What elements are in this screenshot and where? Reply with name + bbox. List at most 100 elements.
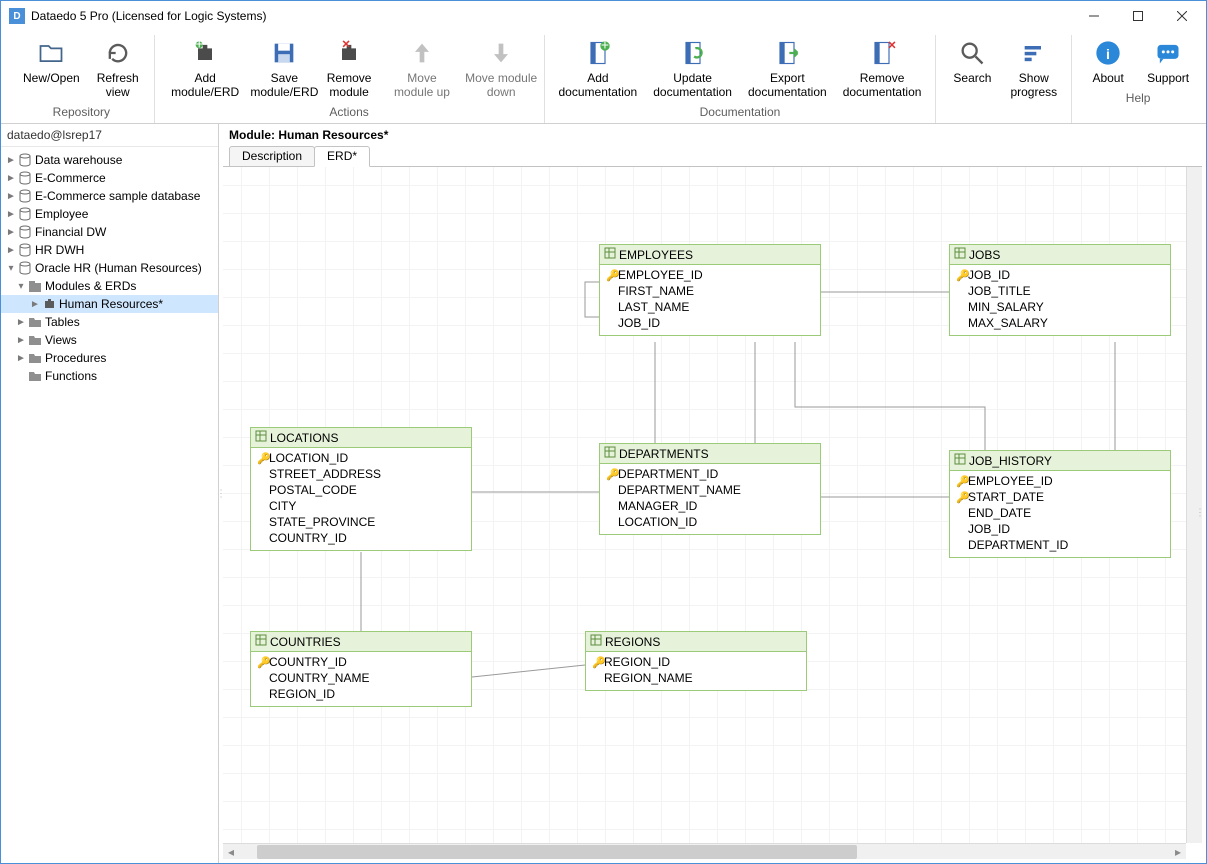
entity-column[interactable]: 🔑REGION_ID [590,654,802,670]
tree-item[interactable]: Functions [1,367,218,385]
tree-item-label: Human Resources* [59,297,163,311]
entity-column[interactable]: DEPARTMENT_NAME [604,482,816,498]
entity-column[interactable]: JOB_ID [604,315,816,331]
entity-column[interactable]: DEPARTMENT_ID [954,537,1166,553]
vertical-scrollbar[interactable] [1186,167,1202,843]
entity-countries[interactable]: COUNTRIES 🔑COUNTRY_IDCOUNTRY_NAME REGION_I… [250,631,472,707]
tree-item[interactable]: ►Employee [1,205,218,223]
entity-column[interactable]: POSTAL_CODE [255,482,467,498]
entity-header[interactable]: JOB_HISTORY [950,451,1170,471]
splitter-left[interactable]: ⋮ [216,488,222,499]
entity-column[interactable]: MIN_SALARY [954,299,1166,315]
tree-item[interactable]: ▾Modules & ERDs [1,277,218,295]
entity-header[interactable]: DEPARTMENTS [600,444,820,464]
entity-column[interactable]: MAX_SALARY [954,315,1166,331]
entity-column[interactable]: FIRST_NAME [604,283,816,299]
tree-item[interactable]: ►HR DWH [1,241,218,259]
column-name: LOCATION_ID [269,451,348,465]
about-button[interactable]: i About [1078,35,1138,87]
expand-icon[interactable]: ▾ [15,281,27,292]
show-progress-button[interactable]: Show progress [1002,35,1065,101]
tree-item[interactable]: ►Procedures [1,349,218,367]
entity-column[interactable]: 🔑LOCATION_ID [255,450,467,466]
minimize-button[interactable] [1072,2,1116,30]
splitter-right[interactable]: ⋮ [1195,508,1202,519]
remove-module-button[interactable]: × Remove module [319,35,379,101]
tree-item[interactable]: ► Human Resources* [1,295,218,313]
update-documentation-button[interactable]: Update documentation [645,35,740,101]
close-button[interactable] [1160,2,1204,30]
entity-column[interactable]: STREET_ADDRESS [255,466,467,482]
entity-column[interactable]: MANAGER_ID [604,498,816,514]
expand-icon[interactable]: ► [5,227,17,238]
erd-canvas[interactable]: EMPLOYEES🔑EMPLOYEE_IDFIRST_NAMELAST_NAME… [223,167,1186,843]
entity-jobs[interactable]: JOBS 🔑JOB_IDJOB_TITLEMIN_SALARYMAX_SALARY [949,244,1171,336]
tree-item[interactable]: ►Views [1,331,218,349]
entity-column[interactable]: STATE_PROVINCE [255,514,467,530]
tree-item[interactable]: ►Financial DW [1,223,218,241]
entity-header[interactable]: LOCATIONS [251,428,471,448]
expand-icon[interactable]: ► [5,209,17,220]
new-open-button[interactable]: New/Open [15,35,88,101]
entity-column[interactable]: LAST_NAME [604,299,816,315]
move-module-up-button[interactable]: Move module up [379,35,465,101]
tab-erd[interactable]: ERD* [314,146,370,167]
scroll-thumb[interactable] [257,845,857,859]
move-module-down-button[interactable]: Move module down [465,35,538,101]
entity-header[interactable]: JOBS [950,245,1170,265]
entity-column[interactable]: 🔑START_DATE [954,489,1166,505]
entity-header[interactable]: REGIONS [586,632,806,652]
entity-locations[interactable]: LOCATIONS 🔑LOCATION_IDSTREET_ADDRESSPOSTA… [250,427,472,551]
expand-icon[interactable]: ► [5,173,17,184]
entity-header[interactable]: COUNTRIES [251,632,471,652]
tab-description[interactable]: Description [229,146,315,167]
maximize-button[interactable] [1116,2,1160,30]
tree-item[interactable]: ►Tables [1,313,218,331]
tree-item[interactable]: ►Data warehouse [1,151,218,169]
support-button[interactable]: Support [1138,35,1198,87]
entity-job_history[interactable]: JOB_HISTORY 🔑EMPLOYEE_ID🔑START_DATEEND_DA… [949,450,1171,558]
expand-icon[interactable]: ► [5,155,17,166]
entity-column[interactable]: COUNTRY_NAME [255,670,467,686]
tree-item[interactable]: ►E-Commerce sample database [1,187,218,205]
entity-column[interactable]: JOB_TITLE [954,283,1166,299]
expand-icon[interactable]: ► [5,191,17,202]
tree-item[interactable]: ▾Oracle HR (Human Resources) [1,259,218,277]
scroll-left-arrow-icon[interactable]: ◂ [223,845,239,859]
entity-employees[interactable]: EMPLOYEES 🔑EMPLOYEE_IDFIRST_NAMELAST_NAME… [599,244,821,336]
entity-column[interactable]: JOB_ID [954,521,1166,537]
horizontal-scrollbar[interactable]: ◂ ▸ [223,843,1186,859]
expand-icon[interactable]: ► [15,317,27,328]
entity-column[interactable]: END_DATE [954,505,1166,521]
entity-header[interactable]: EMPLOYEES [600,245,820,265]
repository-tree[interactable]: ►Data warehouse►E-Commerce►E-Commerce sa… [1,147,218,863]
column-name: REGION_ID [269,687,335,701]
entity-column[interactable]: 🔑DEPARTMENT_ID [604,466,816,482]
expand-icon[interactable]: ► [15,335,27,346]
column-name: COUNTRY_NAME [269,671,369,685]
entity-column[interactable]: REGION_NAME [590,670,802,686]
entity-regions[interactable]: REGIONS 🔑REGION_IDREGION_NAME [585,631,807,691]
add-module-button[interactable]: + Add module/ERD [161,35,250,101]
expand-icon[interactable]: ► [5,245,17,256]
search-button[interactable]: Search [942,35,1002,101]
expand-icon[interactable]: ▾ [5,263,17,274]
entity-column[interactable]: 🔑EMPLOYEE_ID [954,473,1166,489]
entity-column[interactable]: 🔑EMPLOYEE_ID [604,267,816,283]
entity-column[interactable]: 🔑JOB_ID [954,267,1166,283]
save-module-button[interactable]: Save module/ERD [250,35,319,101]
export-documentation-button[interactable]: Export documentation [740,35,835,101]
entity-departments[interactable]: DEPARTMENTS 🔑DEPARTMENT_IDDEPARTMENT_NAME… [599,443,821,535]
scroll-right-arrow-icon[interactable]: ▸ [1170,845,1186,859]
expand-icon[interactable]: ► [15,353,27,364]
entity-column[interactable]: LOCATION_ID [604,514,816,530]
tree-item[interactable]: ►E-Commerce [1,169,218,187]
refresh-view-button[interactable]: Refresh view [88,35,148,101]
entity-column[interactable]: COUNTRY_ID [255,530,467,546]
entity-column[interactable]: 🔑COUNTRY_ID [255,654,467,670]
remove-documentation-button[interactable]: × Remove documentation [835,35,930,101]
add-documentation-button[interactable]: + Add documentation [551,35,646,101]
expand-icon[interactable]: ► [29,299,41,310]
entity-column[interactable]: REGION_ID [255,686,467,702]
entity-column[interactable]: CITY [255,498,467,514]
